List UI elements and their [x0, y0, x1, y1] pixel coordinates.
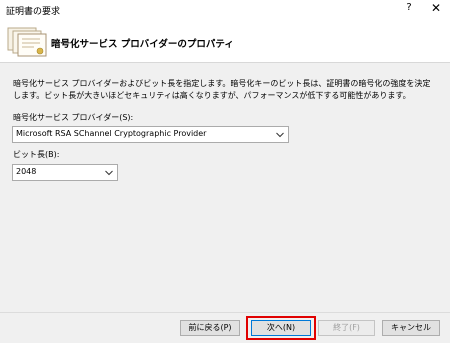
title-bar: 証明書の要求 ? ✕	[0, 0, 450, 22]
window-title: 証明書の要求	[6, 7, 61, 17]
certificate-icon	[7, 27, 47, 57]
finish-button[interactable]: 終了(F)	[318, 320, 375, 336]
bitlength-value: 2048	[16, 167, 37, 176]
back-button[interactable]: 前に戻る(P)	[180, 320, 240, 336]
description-text: 暗号化サービス プロバイダーおよびビット長を指定します。暗号化キーのビット長は、…	[13, 79, 431, 100]
bitlength-select[interactable]: 2048	[12, 164, 118, 181]
provider-select[interactable]: Microsoft RSA SChannel Cryptographic Pro…	[12, 126, 289, 143]
provider-label: 暗号化サービス プロバイダー(S):	[13, 113, 134, 122]
chevron-down-icon	[276, 132, 284, 138]
chevron-down-icon	[105, 170, 113, 176]
close-button[interactable]: ✕	[429, 1, 443, 15]
cancel-button[interactable]: キャンセル	[382, 320, 440, 336]
page-title: 暗号化サービス プロバイダーのプロパティ	[51, 39, 234, 50]
wizard-header: 暗号化サービス プロバイダーのプロパティ	[0, 22, 450, 63]
provider-value: Microsoft RSA SChannel Cryptographic Pro…	[16, 129, 207, 138]
next-button[interactable]: 次へ(N)	[251, 320, 311, 336]
bitlength-label: ビット長(B):	[13, 150, 60, 159]
help-button[interactable]: ?	[402, 2, 416, 13]
